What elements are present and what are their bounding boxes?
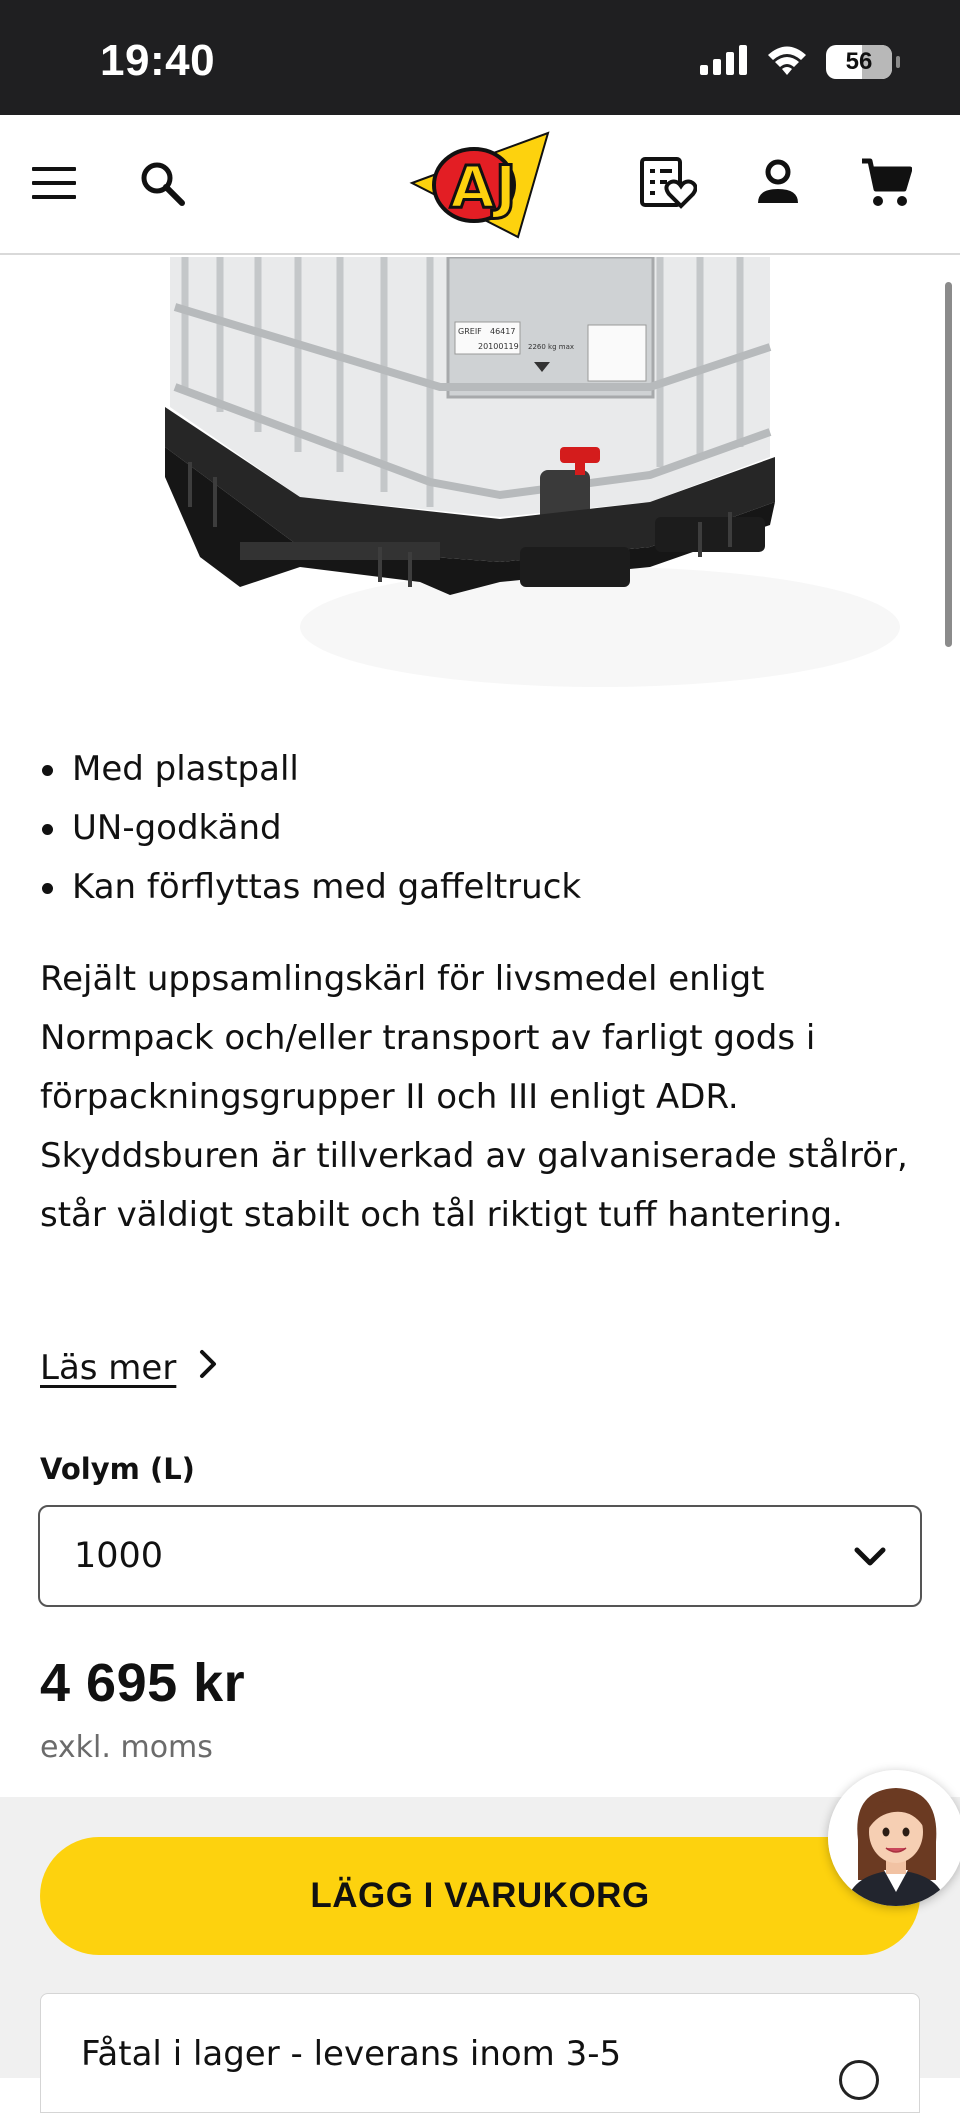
menu-icon [30,165,78,205]
page-scrollbar[interactable] [945,282,952,647]
tank-label-2: 46417 [490,327,515,336]
stock-status-text: Fåtal i lager - leverans inom 3-5 [81,2034,622,2074]
cart-icon [860,157,913,213]
battery-icon: 56 [826,45,892,79]
battery-level: 56 [845,48,873,75]
wishlist-button[interactable] [638,155,698,215]
tank-label-4: 2260 kg max [528,343,574,351]
wishlist-icon [639,156,698,214]
feature-list: Med plastpall UN-godkänd Kan förflyttas … [40,740,920,917]
add-to-cart-button[interactable]: LÄGG I VARUKORG [40,1837,920,1955]
feature-item: Med plastpall [40,740,920,799]
chevron-right-icon [198,1348,218,1388]
feature-item: UN-godkänd [40,799,920,858]
cellular-signal-icon [700,45,748,79]
wifi-icon [766,44,808,80]
menu-button[interactable] [24,155,84,215]
status-time: 19:40 [100,36,216,85]
cart-button[interactable] [856,155,916,215]
volume-label: Volym (L) [40,1452,195,1486]
volume-selected-value: 1000 [74,1536,164,1576]
status-bar: 19:40 56 [0,0,960,115]
product-image[interactable]: GREIF 46417 20100119 2260 kg max [0,257,960,707]
tank-label-3: 20100119 [478,342,519,351]
account-button[interactable] [748,155,808,215]
status-icons: 56 [700,44,900,80]
search-icon [138,159,186,211]
vat-note: exkl. moms [40,1730,213,1765]
logo-text: AJ [450,153,516,221]
account-icon [754,159,802,211]
info-icon[interactable] [839,2060,879,2100]
chat-assistant-avatar[interactable] [828,1770,960,1906]
site-header: AJ [0,115,960,255]
stock-status-card[interactable]: Fåtal i lager - leverans inom 3-5 [40,1993,920,2113]
read-more-label: Läs mer [40,1348,177,1388]
product-description: Rejält uppsamlingskärl för livsmedel enl… [40,959,908,1235]
volume-select[interactable]: 1000 [38,1505,922,1607]
product-price: 4 695 kr [40,1653,246,1713]
tank-label-1: GREIF [458,327,482,336]
feature-item: Kan förflyttas med gaffeltruck [40,858,920,917]
read-more-link[interactable]: Läs mer [40,1348,218,1388]
aj-logo[interactable]: AJ [408,129,554,241]
chevron-down-icon [854,1536,886,1576]
search-button[interactable] [132,155,192,215]
battery-nub [896,56,900,68]
purchase-panel: LÄGG I VARUKORG Fåtal i lager - leverans… [0,1797,960,2113]
